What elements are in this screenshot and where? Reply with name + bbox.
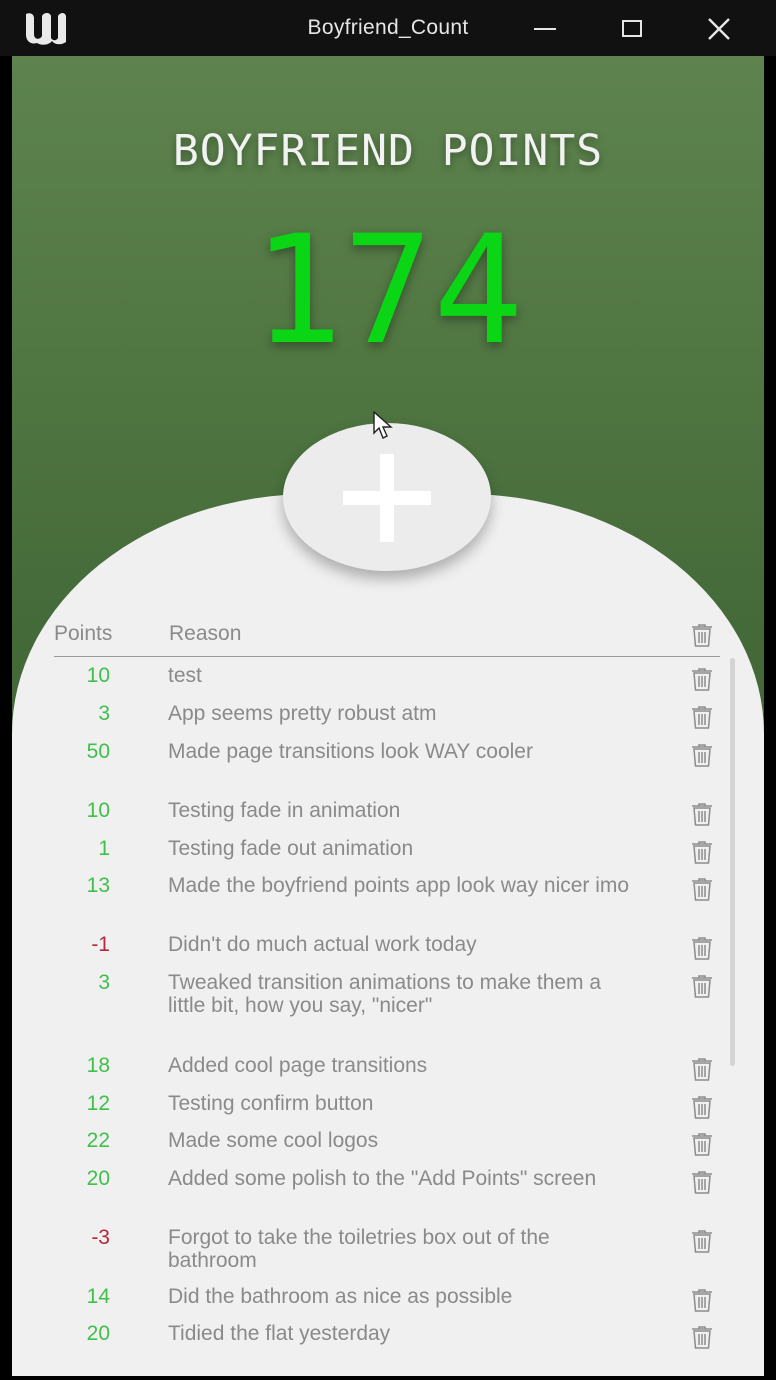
trash-icon: [692, 937, 712, 960]
trash-icon: [692, 975, 712, 998]
add-points-button[interactable]: [283, 423, 491, 571]
delete-entry-button[interactable]: [689, 973, 715, 999]
list-scrollbar[interactable]: [730, 658, 735, 1066]
close-icon: [708, 18, 730, 40]
entry-reason: test: [168, 664, 202, 687]
close-button[interactable]: [702, 12, 736, 46]
trash-icon: [692, 1326, 712, 1349]
entry-points: 20: [86, 1167, 110, 1190]
entry-points: 12: [86, 1092, 110, 1115]
entry-reason: Tidied the flat yesterday: [168, 1322, 391, 1345]
delete-entry-button[interactable]: [689, 1056, 715, 1082]
entry-points: 1: [98, 837, 110, 860]
trash-icon: [692, 878, 712, 901]
trash-icon: [692, 1171, 712, 1194]
entry-reason: Made the boyfriend points app look way n…: [168, 874, 630, 897]
entry-reason: Added cool page transitions: [168, 1054, 428, 1077]
delete-entry-button[interactable]: [689, 1131, 715, 1157]
entry-points: 10: [86, 799, 110, 822]
entry-reason: Made page transitions look WAY cooler: [168, 740, 533, 763]
trash-icon: [692, 1230, 712, 1253]
delete-all-button[interactable]: [689, 622, 715, 648]
minimize-icon: [534, 28, 556, 30]
trash-icon: [692, 841, 712, 864]
plus-icon-vertical: [380, 454, 394, 542]
entry-reason: App seems pretty robust atm: [168, 702, 437, 725]
delete-entry-button[interactable]: [689, 801, 715, 827]
entry-reason: Tweaked transition animations to make th…: [168, 971, 602, 1017]
entry-reason: Added some polish to the "Add Points" sc…: [168, 1167, 597, 1190]
entry-reason: Made some cool logos: [168, 1129, 379, 1152]
entry-reason: Forgot to take the toiletries box out of…: [168, 1226, 550, 1272]
entry-points: 3: [98, 702, 110, 725]
entry-points: 20: [86, 1322, 110, 1345]
entry-points: 50: [86, 740, 110, 763]
entry-points: -1: [91, 933, 110, 956]
trash-icon: [692, 1058, 712, 1081]
delete-entry-button[interactable]: [689, 876, 715, 902]
delete-entry-button[interactable]: [689, 839, 715, 865]
delete-entry-button[interactable]: [689, 1228, 715, 1254]
entry-reason: Testing fade in animation: [168, 799, 401, 822]
trash-icon: [692, 624, 712, 647]
entry-points: 13: [86, 874, 110, 897]
entry-points: 18: [86, 1054, 110, 1077]
delete-entry-button[interactable]: [689, 935, 715, 961]
page-title: BOYFRIEND POINTS: [172, 126, 604, 176]
mouse-cursor-icon: [373, 411, 393, 439]
points-column-header: Points: [54, 622, 113, 645]
entry-reason: Testing fade out animation: [168, 837, 414, 860]
points-total: 174: [252, 204, 524, 378]
delete-entry-button[interactable]: [689, 666, 715, 692]
trash-icon: [692, 1133, 712, 1156]
reason-column-header: Reason: [169, 622, 242, 645]
delete-entry-button[interactable]: [689, 1287, 715, 1313]
maximize-icon: [622, 20, 642, 37]
maximize-button[interactable]: [615, 12, 649, 46]
delete-entry-button[interactable]: [689, 742, 715, 768]
entry-points: 3: [98, 971, 110, 994]
entry-points: 22: [86, 1129, 110, 1152]
entry-points: 10: [86, 664, 110, 687]
entry-reason: Did the bathroom as nice as possible: [168, 1285, 513, 1308]
app-content: BOYFRIEND POINTS 174 Points Reason 10 tes…: [12, 56, 764, 1376]
delete-entry-button[interactable]: [689, 704, 715, 730]
trash-icon: [692, 744, 712, 767]
trash-icon: [692, 803, 712, 826]
trash-icon: [692, 668, 712, 691]
trash-icon: [692, 1289, 712, 1312]
entry-points: -3: [91, 1226, 110, 1249]
trash-icon: [692, 706, 712, 729]
trash-icon: [692, 1096, 712, 1119]
delete-entry-button[interactable]: [689, 1324, 715, 1350]
window-titlebar: Boyfriend_Count: [0, 0, 776, 56]
minimize-button[interactable]: [528, 12, 562, 46]
delete-entry-button[interactable]: [689, 1169, 715, 1195]
delete-entry-button[interactable]: [689, 1094, 715, 1120]
header-divider: [54, 656, 720, 657]
entry-points: 14: [86, 1285, 110, 1308]
entry-reason: Didn't do much actual work today: [168, 933, 477, 956]
entry-reason: Testing confirm button: [168, 1092, 374, 1115]
window-title: Boyfriend_Count: [307, 16, 469, 39]
